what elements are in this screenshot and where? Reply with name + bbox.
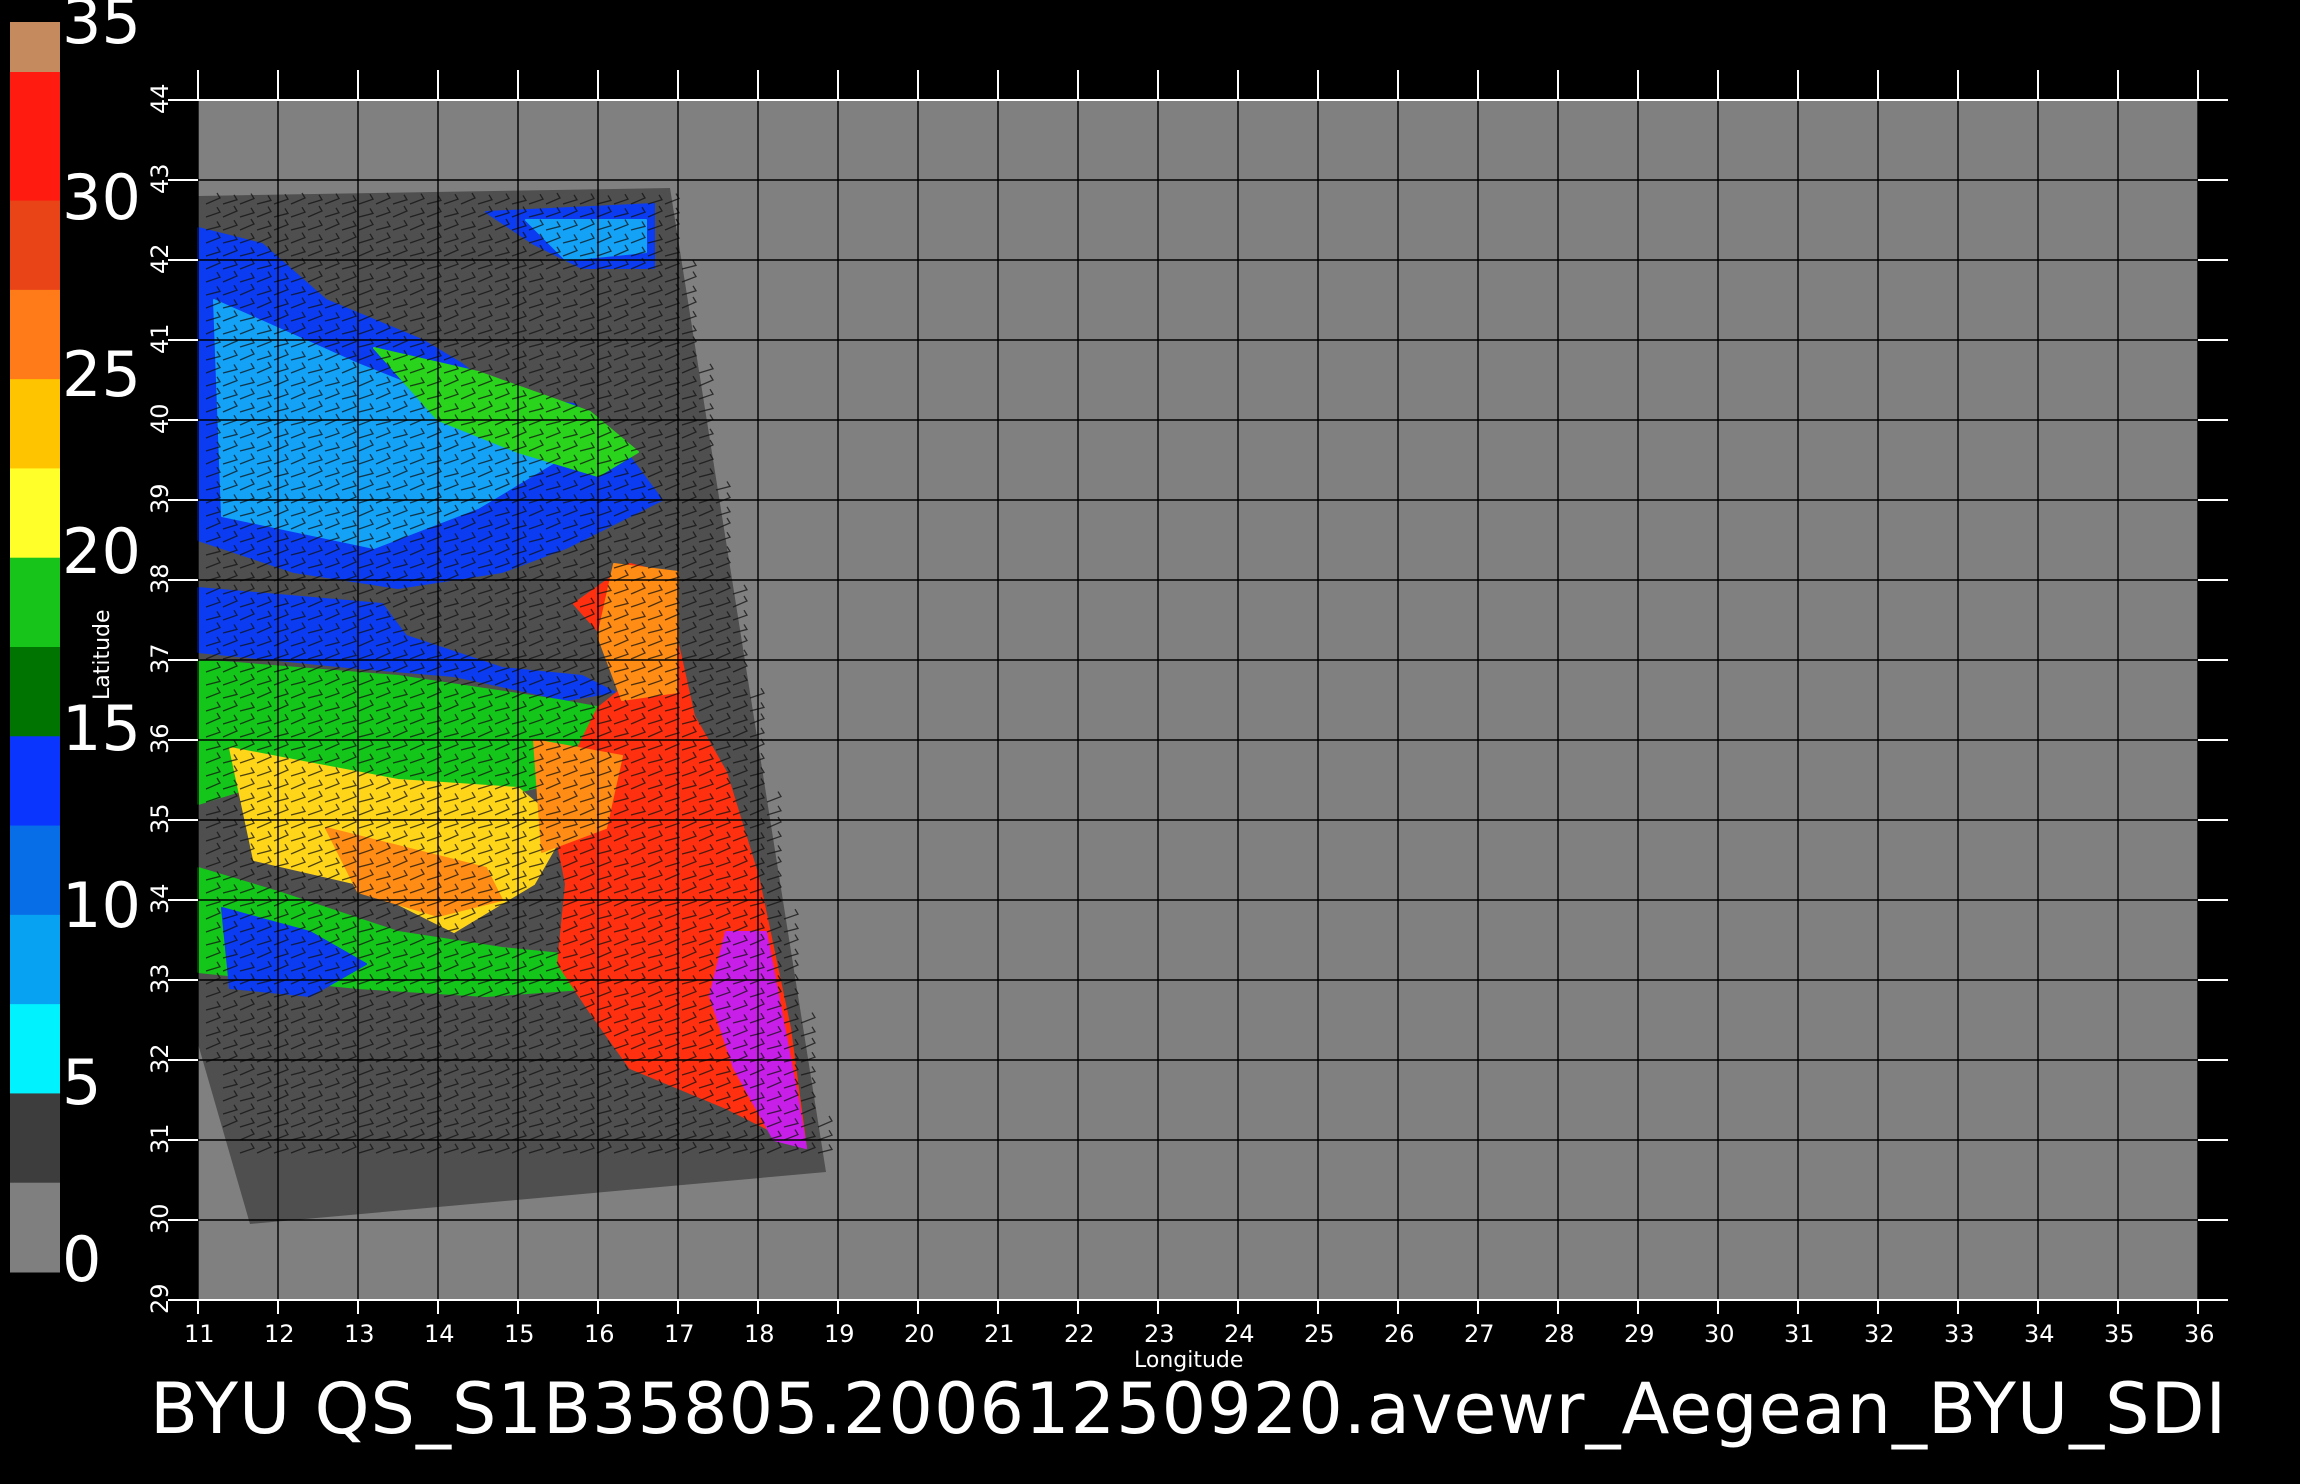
lon-tick-label: 24 <box>1224 1320 1255 1348</box>
wind-speed-colorbar <box>10 22 60 1273</box>
lat-tick-label: 41 <box>146 323 174 354</box>
lon-tick-label: 22 <box>1064 1320 1095 1348</box>
colorbar-segment <box>10 736 60 827</box>
lat-tick-label: 34 <box>146 883 174 914</box>
colorbar-label-10: 10 <box>62 869 141 942</box>
colorbar-segment <box>10 1093 60 1184</box>
lon-tick-label: 34 <box>2024 1320 2055 1348</box>
lon-tick-label: 15 <box>504 1320 535 1348</box>
lon-tick-label: 18 <box>744 1320 775 1348</box>
lon-tick-label: 14 <box>424 1320 455 1348</box>
lon-tick-label: 16 <box>584 1320 615 1348</box>
lon-tick-label: 21 <box>984 1320 1015 1348</box>
lat-tick-label: 33 <box>146 963 174 994</box>
lat-tick-label: 42 <box>146 243 174 274</box>
lon-tick-label: 36 <box>2184 1320 2215 1348</box>
lat-tick-label: 43 <box>146 163 174 194</box>
lat-tick-label: 40 <box>146 403 174 434</box>
colorbar-segment <box>10 379 60 469</box>
lat-tick-label: 29 <box>146 1283 174 1314</box>
lat-tick-label: 35 <box>146 803 174 834</box>
lon-tick-label: 11 <box>184 1320 215 1348</box>
lat-tick-label: 36 <box>146 723 174 754</box>
lon-tick-label: 12 <box>264 1320 295 1348</box>
colorbar-label-35: 35 <box>62 0 141 58</box>
lon-tick-label: 30 <box>1704 1320 1735 1348</box>
colorbar-segment <box>10 468 60 559</box>
lon-tick-label: 26 <box>1384 1320 1415 1348</box>
lat-tick-label: 31 <box>146 1123 174 1154</box>
lon-tick-label: 17 <box>664 1320 695 1348</box>
lon-tick-label: 35 <box>2104 1320 2135 1348</box>
colorbar-label-20: 20 <box>62 515 141 588</box>
lat-tick-label: 39 <box>146 483 174 514</box>
colorbar-label-25: 25 <box>62 338 141 411</box>
lon-tick-label: 31 <box>1784 1320 1815 1348</box>
lat-tick-label: 30 <box>146 1203 174 1234</box>
colorbar-segment <box>10 914 60 1005</box>
colorbar-segment <box>10 647 60 737</box>
colorbar-segment <box>10 557 60 648</box>
lat-tick-label: 44 <box>146 83 174 114</box>
lat-tick-label: 37 <box>146 643 174 674</box>
map-canvas <box>10 22 2228 1314</box>
lon-tick-label: 23 <box>1144 1320 1175 1348</box>
image-title: BYU QS_S1B35805.20061250920.avewr_Aegean… <box>150 1368 2228 1450</box>
lat-tick-label: 32 <box>146 1043 174 1074</box>
colorbar-segment <box>10 22 60 73</box>
colorbar-label-30: 30 <box>62 161 141 234</box>
lon-tick-label: 25 <box>1304 1320 1335 1348</box>
colorbar-segment <box>10 825 60 916</box>
y-axis-title: Latitude <box>90 609 115 700</box>
colorbar-segment <box>10 200 60 291</box>
colorbar-segment <box>10 289 60 380</box>
lat-tick-label: 38 <box>146 563 174 594</box>
lon-tick-label: 29 <box>1624 1320 1655 1348</box>
lon-tick-label: 33 <box>1944 1320 1975 1348</box>
scatterometer-figure: 35 30 25 20 15 10 5 0 11 12 13 14 15 16 17 18 19… <box>0 0 2300 1480</box>
lon-tick-label: 20 <box>904 1320 935 1348</box>
colorbar-segment <box>10 72 60 202</box>
lon-tick-label: 32 <box>1864 1320 1895 1348</box>
lon-tick-label: 13 <box>344 1320 375 1348</box>
colorbar-segment <box>10 1182 60 1273</box>
lon-tick-label: 28 <box>1544 1320 1575 1348</box>
colorbar-label-0: 0 <box>62 1223 102 1296</box>
colorbar-segment <box>10 1004 60 1094</box>
colorbar-label-5: 5 <box>62 1046 102 1119</box>
lon-tick-label: 19 <box>824 1320 855 1348</box>
lon-tick-label: 27 <box>1464 1320 1495 1348</box>
colorbar-label-15: 15 <box>62 692 141 765</box>
